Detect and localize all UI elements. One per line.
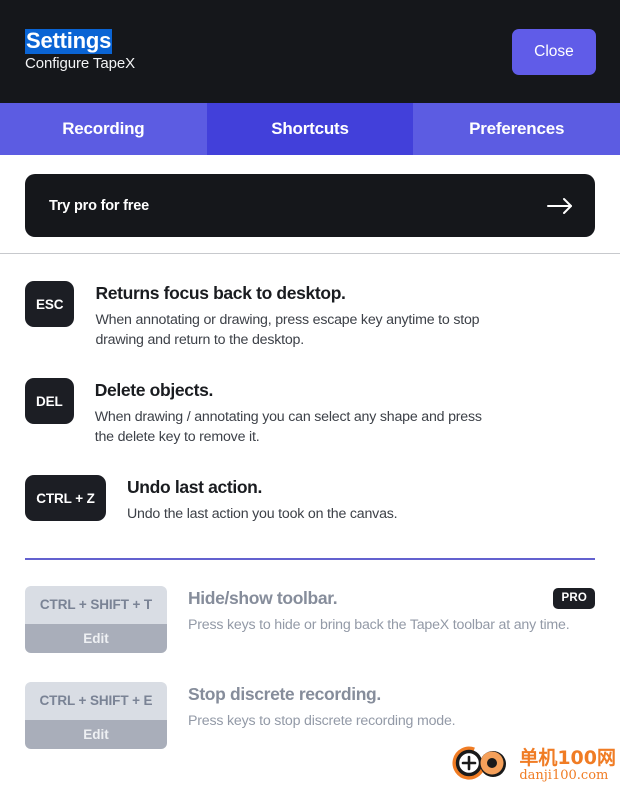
keycap-del[interactable]: DEL (25, 378, 74, 425)
shortcut-title-hide-toolbar: Hide/show toolbar. (188, 587, 338, 608)
shortcut-body-undo: Undo last action. Undo the last action y… (127, 475, 595, 525)
close-button[interactable]: Close (512, 28, 596, 75)
page-subtitle: Configure TapeX (25, 54, 135, 72)
settings-header: Settings Configure TapeX Close (0, 0, 620, 103)
shortcut-title-del: Delete objects. (94, 380, 214, 401)
tab-shortcuts[interactable]: Shortcuts (206, 103, 414, 155)
shortcut-row-stop-discrete: CTRL + SHIFT + E Edit Stop discrete reco… (25, 653, 595, 749)
tab-recording[interactable]: Recording (0, 103, 207, 155)
shortcut-head-undo: Undo last action. (127, 477, 595, 498)
pro-banner-wrapper: Try pro for free (0, 155, 620, 253)
keycap-ctrl-z[interactable]: CTRL + Z (25, 475, 106, 522)
keycap-ctrl-z-label: CTRL + Z (36, 490, 95, 506)
keycap-esc[interactable]: ESC (25, 281, 75, 327)
watermark-text: 单机100网 danji100.com (519, 746, 616, 783)
shortcut-head-del: Delete objects. (95, 380, 595, 401)
watermark-chinese: 单机100网 (519, 746, 616, 769)
shortcut-body-hide-toolbar: Hide/show toolbar. PRO Press keys to hid… (188, 586, 595, 636)
shortcut-row-hide-toolbar: CTRL + SHIFT + T Edit Hide/show toolbar.… (25, 560, 595, 653)
shortcut-head-stop-discrete: Stop discrete recording. (188, 684, 595, 705)
shortcut-row-del: DEL Delete objects. When drawing / annot… (25, 350, 595, 447)
keycap-esc-label: ESC (36, 296, 64, 312)
tab-recording-label: Recording (62, 119, 145, 138)
settings-tabs: Recording Shortcuts Preferences (0, 103, 620, 155)
tab-shortcuts-label: Shortcuts (271, 119, 349, 138)
pro-shortcuts-list: CTRL + SHIFT + T Edit Hide/show toolbar.… (0, 560, 620, 749)
shortcut-desc-del: When drawing / annotating you can select… (94, 409, 482, 445)
pro-badge: PRO (553, 587, 595, 610)
shortcut-desc-hide-toolbar: Press keys to hide or bring back the Tap… (188, 617, 570, 634)
keycap-del-label: DEL (36, 393, 63, 409)
shortcut-row-esc: ESC Returns focus back to desktop. When … (25, 254, 595, 350)
tab-preferences[interactable]: Preferences (413, 103, 620, 155)
edit-shortcut-button-hide-toolbar[interactable]: Edit (25, 623, 167, 653)
shortcut-body-del: Delete objects. When drawing / annotatin… (95, 378, 595, 447)
shortcut-body-stop-discrete: Stop discrete recording. Press keys to s… (188, 682, 595, 732)
watermark-logo-icon (452, 743, 514, 788)
page-title: Settings (25, 28, 113, 54)
try-pro-banner[interactable]: Try pro for free (25, 174, 595, 237)
keycap-ctrl-shift-t-label: CTRL + SHIFT + T (25, 585, 167, 624)
shortcut-body-esc: Returns focus back to desktop. When anno… (95, 281, 595, 350)
keycap-ctrl-shift-e-label: CTRL + SHIFT + E (25, 681, 167, 720)
tab-preferences-label: Preferences (469, 119, 565, 138)
keycap-ctrl-shift-e: CTRL + SHIFT + E Edit (25, 681, 167, 749)
watermark: 单机100网 danji100.com (452, 743, 616, 788)
shortcut-title-stop-discrete: Stop discrete recording. (188, 683, 381, 704)
try-pro-label: Try pro for free (49, 197, 149, 214)
watermark-url: danji100.com (519, 767, 609, 783)
shortcut-head-hide-toolbar: Hide/show toolbar. PRO (188, 587, 595, 610)
shortcuts-list: ESC Returns focus back to desktop. When … (0, 254, 620, 525)
shortcut-desc-stop-discrete: Press keys to stop discrete recording mo… (188, 712, 456, 729)
shortcut-desc-esc: When annotating or drawing, press escape… (95, 312, 480, 348)
shortcut-head-esc: Returns focus back to desktop. (95, 283, 595, 304)
arrow-right-icon (547, 197, 573, 215)
shortcut-title-undo: Undo last action. (127, 477, 263, 498)
shortcut-desc-undo: Undo the last action you took on the can… (127, 506, 398, 523)
header-titles: Settings Configure TapeX (25, 29, 135, 73)
keycap-ctrl-shift-t: CTRL + SHIFT + T Edit (25, 585, 167, 653)
shortcut-row-undo: CTRL + Z Undo last action. Undo the last… (25, 447, 595, 525)
edit-shortcut-button-stop-discrete[interactable]: Edit (25, 719, 167, 749)
shortcut-title-esc: Returns focus back to desktop. (95, 283, 346, 303)
